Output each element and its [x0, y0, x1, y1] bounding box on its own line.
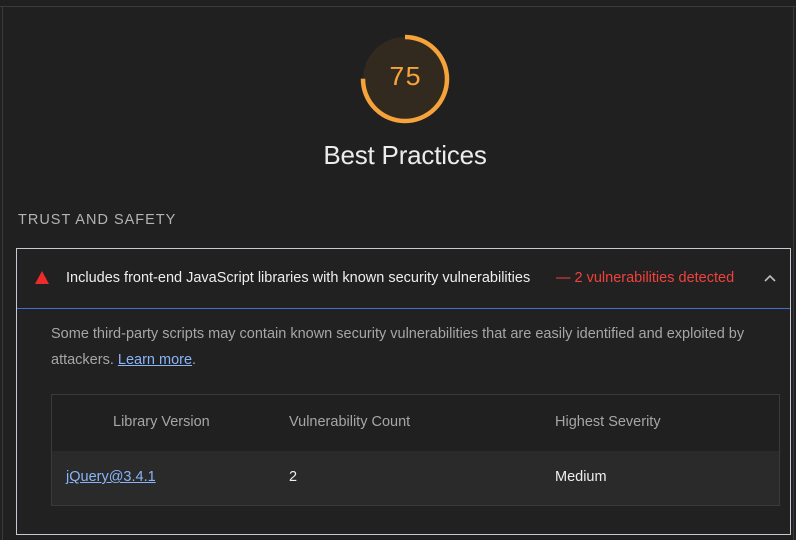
vulnerability-count-cell: 2	[289, 469, 298, 485]
fail-triangle-icon	[35, 271, 49, 284]
top-divider	[0, 6, 796, 7]
table-header-row: Library Version Vulnerability Count High…	[52, 395, 779, 451]
right-border	[793, 6, 794, 540]
highest-severity-cell: Medium	[555, 469, 607, 485]
table-row: jQuery@3.4.1 2 Medium	[52, 451, 779, 505]
library-link[interactable]: jQuery@3.4.1	[66, 469, 156, 485]
audit-description: Some third-party scripts may contain kno…	[51, 321, 776, 373]
header-library-version: Library Version	[113, 414, 210, 430]
left-border	[2, 6, 3, 540]
audit-summary[interactable]: Includes front-end JavaScript libraries …	[17, 249, 790, 309]
chevron-up-icon[interactable]	[763, 271, 777, 285]
audit-description-end: .	[192, 352, 197, 368]
score-gauge[interactable]: 75	[359, 33, 451, 125]
details-table: Library Version Vulnerability Count High…	[51, 394, 780, 506]
group-title: TRUST AND SAFETY	[18, 212, 177, 228]
category-title: Best Practices	[323, 140, 487, 170]
audit-display-value: — 2 vulnerabilities detected	[556, 270, 735, 286]
learn-more-link[interactable]: Learn more	[118, 352, 192, 368]
audit-title: Includes front-end JavaScript libraries …	[66, 270, 531, 286]
header-vulnerability-count: Vulnerability Count	[289, 414, 411, 430]
report-frame: 75 Best Practices TRUST AND SAFETY Inclu…	[0, 0, 796, 540]
score-value: 75	[388, 64, 422, 94]
audit-item: Includes front-end JavaScript libraries …	[16, 248, 791, 535]
header-highest-severity: Highest Severity	[555, 414, 661, 430]
